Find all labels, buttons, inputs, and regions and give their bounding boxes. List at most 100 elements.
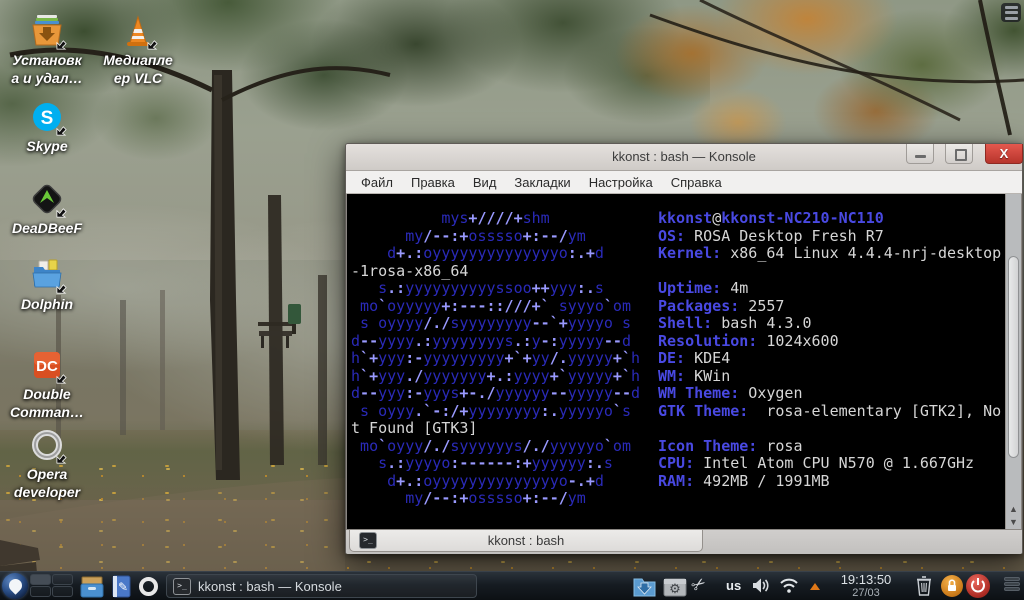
desktop-icon-deadbeef[interactable]: DeaDBeeF	[1, 182, 93, 237]
desktop-toolbox-icon[interactable]	[1001, 3, 1021, 22]
shortcut-arrow-icon	[56, 454, 67, 464]
menu-bookmarks[interactable]: Закладки	[505, 173, 579, 192]
minimize-icon	[915, 155, 926, 158]
shortcut-arrow-icon	[56, 40, 67, 50]
icon-label: Установк	[12, 52, 82, 68]
lock-icon	[948, 579, 956, 591]
rosa-logo-icon	[6, 576, 25, 595]
terminal-row: d+.:oyyyyyyyyyyyyyyo-.+d RAM: 492MB / 199…	[387, 471, 830, 490]
pager-desktop-1[interactable]	[30, 574, 51, 585]
taskbar: ✎ >_ kkonst : bash — Konsole ⚙ ✂ us 19:1…	[0, 571, 1024, 600]
panel-toolbox-icon[interactable]	[1003, 576, 1021, 596]
terminal-row: s.:yyyyyyyyyyssoo++yyy:.s Uptime: 4m	[378, 279, 749, 297]
svg-text:DC: DC	[36, 358, 58, 375]
konsole-task-icon: >_	[173, 577, 191, 595]
icon-label: Comman…	[10, 404, 84, 421]
scroll-down-icon[interactable]: ▼	[1006, 516, 1021, 529]
desktop-icon-skype[interactable]: S Skype	[1, 100, 93, 155]
maximize-button[interactable]	[945, 144, 973, 164]
desktop-icon-double-commander[interactable]: DC Double Comman…	[1, 348, 93, 421]
icon-label: Dolphin	[20, 296, 74, 312]
menubar: Файл Правка Вид Закладки Настройка Справ…	[346, 171, 1022, 194]
opera-icon	[30, 428, 67, 464]
maximize-icon	[955, 149, 967, 161]
deadbeef-icon	[30, 182, 67, 218]
desktop-icon-install-remove[interactable]: Установк а и удал…	[1, 14, 93, 87]
svg-text:✎: ✎	[118, 580, 128, 594]
tray-expand-icon[interactable]	[810, 583, 820, 590]
terminal-row: mys+////+shm kkonst@kkonst-NC210-NC110	[441, 209, 884, 227]
virtual-desktop-pager[interactable]	[30, 574, 73, 597]
terminal-body[interactable]: mys+////+shm kkonst@kkonst-NC210-NC110 my…	[347, 194, 1005, 529]
skype-icon: S	[30, 100, 67, 136]
menu-help[interactable]: Справка	[662, 173, 731, 192]
shutdown-button[interactable]	[966, 574, 990, 598]
file-manager-launcher-icon[interactable]	[80, 575, 104, 600]
tab-kkonst-bash[interactable]: >_ kkonst : bash	[349, 530, 703, 552]
tabbar: >_ kkonst : bash	[346, 530, 1022, 554]
icon-label: developer	[13, 484, 81, 501]
clock-time: 19:13:50	[840, 572, 892, 587]
terminal-row: h`+yyy./yyyyyyy+.:yyyy+`yyyyy+`h WM: KWin	[351, 366, 731, 385]
taskbar-task-konsole[interactable]: >_ kkonst : bash — Konsole	[166, 574, 477, 598]
tray-keyboard-layout[interactable]: us	[726, 578, 741, 593]
icon-label: Медиапле	[103, 52, 173, 68]
terminal-row: d+.:oyyyyyyyyyyyyyyo:.+d Kernel: x86_64 L…	[387, 244, 1002, 262]
terminal-row: -1rosa-x86_64	[351, 261, 469, 280]
konsole-window: kkonst : bash — Konsole X Файл Правка Ви…	[345, 143, 1023, 554]
terminal-row: s oyyyy/./syyyyyyyy--`+yyyyo s Shell: bas…	[360, 314, 812, 332]
terminal-area: mys+////+shm kkonst@kkonst-NC210-NC110 my…	[346, 194, 1022, 530]
shortcut-arrow-icon	[56, 208, 67, 218]
icon-label: Opera	[26, 466, 68, 482]
pager-desktop-3[interactable]	[30, 586, 51, 597]
icon-label: а и удал…	[11, 70, 83, 87]
scroll-up-icon[interactable]: ▲	[1006, 503, 1021, 516]
desktop-icon-opera-developer[interactable]: Opera developer	[1, 428, 93, 501]
shortcut-arrow-icon	[56, 126, 67, 136]
menu-file[interactable]: Файл	[352, 173, 402, 192]
icon-label: ер VLC	[113, 70, 163, 87]
tray-clipboard-icon[interactable]: ✂	[688, 573, 711, 598]
shortcut-arrow-icon	[147, 40, 158, 50]
icon-label: DeaDBeeF	[11, 220, 83, 236]
notes-launcher-icon[interactable]: ✎	[110, 575, 133, 600]
trash-icon[interactable]	[915, 575, 933, 600]
desktop-icon-dolphin[interactable]: Dolphin	[1, 258, 93, 313]
terminal-row: mo`oyyyyy+:---::///+` syyyo`om Packages: …	[360, 296, 785, 315]
double-commander-icon: DC	[30, 348, 67, 384]
tray-downloads-icon[interactable]	[632, 575, 657, 600]
scrollbar-handle[interactable]	[1008, 256, 1019, 458]
desktop-icon-vlc[interactable]: Медиапле ер VLC	[92, 14, 184, 87]
terminal-row: d--yyy:-yyys+-./yyyyyy--yyyyy--d WM Theme…	[351, 384, 803, 402]
taskbar-clock[interactable]: 19:13:50 27/03	[836, 572, 896, 600]
icon-label: Double	[23, 386, 71, 402]
menu-edit[interactable]: Правка	[402, 173, 464, 192]
tray-volume-icon[interactable]	[752, 577, 771, 599]
minimize-button[interactable]	[906, 144, 934, 164]
svg-text:S: S	[41, 108, 54, 129]
window-titlebar[interactable]: kkonst : bash — Konsole X	[346, 144, 1023, 171]
terminal-row: my/--:+osssso+:--/ym OS: ROSA Desktop Fre…	[405, 226, 884, 245]
terminal-row: d--yyyy.:yyyyyyyys.:y-:yyyyy--d Resolutio…	[351, 331, 839, 350]
pager-desktop-4[interactable]	[52, 586, 73, 597]
clock-date: 27/03	[852, 587, 880, 599]
terminal-scrollbar[interactable]: ▲ ▼	[1005, 194, 1021, 529]
menu-settings[interactable]: Настройка	[580, 173, 662, 192]
close-button[interactable]: X	[985, 144, 1023, 164]
tab-label: kkonst : bash	[487, 533, 565, 548]
task-label: kkonst : bash — Konsole	[198, 578, 342, 594]
terminal-row: h`+yyy:-yyyyyyyyy+`+yy/.yyyyy+`h DE: KDE4	[351, 349, 731, 367]
tray-updates-icon[interactable]: ⚙	[663, 575, 687, 600]
power-icon	[971, 578, 985, 593]
launcher-menu-button[interactable]	[2, 573, 28, 599]
tray-wifi-icon[interactable]	[779, 577, 799, 599]
close-icon: X	[999, 146, 1009, 161]
icon-label: Skype	[26, 138, 68, 154]
opera-launcher-icon[interactable]	[138, 576, 159, 600]
terminal-row: s.:yyyyo:------:+yyyyyy:.s CPU: Intel Ato…	[378, 454, 975, 472]
menu-view[interactable]: Вид	[464, 173, 506, 192]
vlc-icon	[121, 14, 158, 50]
pager-desktop-2[interactable]	[52, 574, 73, 585]
lock-screen-button[interactable]	[941, 575, 963, 597]
terminal-row: s oyyy.`-:/+yyyyyyyy:.yyyyyo`s GTK Theme:…	[360, 401, 1002, 420]
